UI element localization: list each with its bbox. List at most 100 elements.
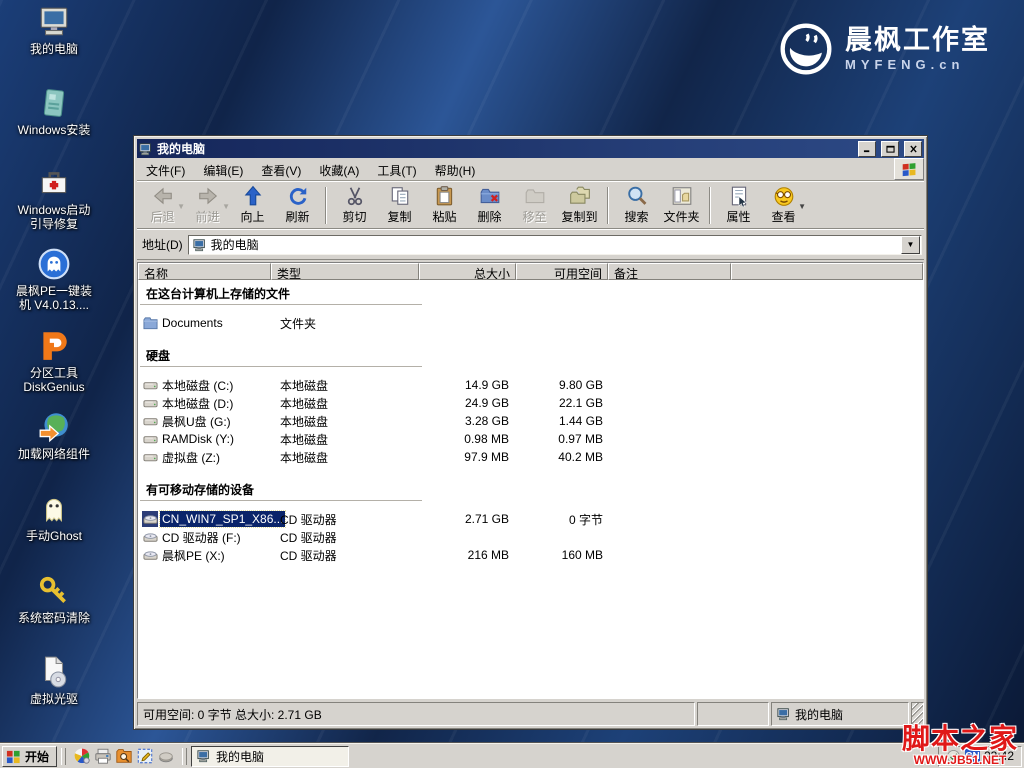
dropdown-arrow-icon: ▼ xyxy=(177,202,185,211)
address-dropdown-icon[interactable]: ▼ xyxy=(901,236,920,254)
desktop-icon-windows-setup[interactable]: Windows安装 xyxy=(2,86,106,137)
list-item[interactable]: 晨枫U盘 (G:)本地磁盘3.28 GB1.44 GB xyxy=(138,412,923,430)
toolbar-button-label: 属性 xyxy=(726,208,750,225)
copy-icon xyxy=(389,185,411,207)
my-computer-icon xyxy=(2,5,106,39)
paste-button[interactable]: 粘贴 xyxy=(422,185,467,226)
list-item[interactable]: Documents文件夹 xyxy=(138,314,923,332)
list-item[interactable]: 本地磁盘 (D:)本地磁盘24.9 GB22.1 GB xyxy=(138,394,923,412)
list-item[interactable]: 虚拟盘 (Z:)本地磁盘97.9 MB40.2 MB xyxy=(138,448,923,466)
desktop-icon-password-clear[interactable]: 系统密码清除 xyxy=(2,574,106,625)
virtual-cdrom-icon xyxy=(2,655,106,689)
desktop-icon-label: 手动Ghost xyxy=(2,529,106,543)
dropdown-arrow-icon: ▼ xyxy=(798,202,806,211)
cd-drive-icon xyxy=(142,511,158,527)
quicklaunch-handle[interactable] xyxy=(61,748,66,765)
minimize-button[interactable] xyxy=(858,141,876,157)
item-type: 本地磁盘 xyxy=(271,395,419,412)
maximize-button[interactable] xyxy=(881,141,899,157)
folders-button[interactable]: 文件夹 xyxy=(659,185,704,226)
column-headers: 名称类型总大小可用空间备注 xyxy=(138,263,923,280)
quicklaunch-stone-icon[interactable] xyxy=(157,747,175,765)
item-type: CD 驱动器 xyxy=(271,511,419,528)
item-name-cell: 本地磁盘 (D:) xyxy=(138,394,271,413)
item-type: CD 驱动器 xyxy=(271,529,419,546)
forward-button: 前进▼ xyxy=(185,185,230,226)
task-button-label: 我的电脑 xyxy=(216,748,264,765)
item-type: 文件夹 xyxy=(271,315,419,332)
quicklaunch-folder-search-icon[interactable] xyxy=(115,747,133,765)
close-button[interactable] xyxy=(904,141,922,157)
status-right-label: 我的电脑 xyxy=(795,706,843,723)
item-name-cell: 虚拟盘 (Z:) xyxy=(138,448,271,467)
list-item[interactable]: 晨枫PE (X:)CD 驱动器216 MB160 MB xyxy=(138,546,923,564)
window-computer-icon xyxy=(139,142,153,156)
menu-favorites[interactable]: 收藏(A) xyxy=(310,158,368,180)
address-combo[interactable]: 我的电脑 ▼ xyxy=(188,235,922,255)
toolbar-button-label: 移至 xyxy=(522,208,546,225)
up-button[interactable]: 向上 xyxy=(230,185,275,226)
status-middle xyxy=(697,702,769,726)
properties-button[interactable]: 属性 xyxy=(716,185,761,226)
views-button[interactable]: 查看▼ xyxy=(761,185,806,226)
file-group-2: 有可移动存储的设备CN_WIN7_SP1_X86...CD 驱动器2.71 GB… xyxy=(138,479,923,564)
copy-to-button[interactable]: 复制到 xyxy=(557,185,602,226)
toolbar-button-label: 文件夹 xyxy=(663,208,699,225)
windows-setup-icon xyxy=(2,86,106,120)
toolbar-button-label: 查看 xyxy=(771,208,795,225)
desktop-icon-load-network[interactable]: 加载网络组件 xyxy=(2,410,106,461)
titlebar[interactable]: 我的电脑 xyxy=(137,139,924,158)
toolbar-button-label: 后退 xyxy=(150,208,174,225)
item-total-size: 0.98 MB xyxy=(419,432,516,446)
item-name: 本地磁盘 (D:) xyxy=(160,394,235,413)
desktop-icon-manual-ghost[interactable]: 手动Ghost xyxy=(2,492,106,543)
taskband-handle[interactable] xyxy=(182,748,187,765)
quicklaunch-snapshot-icon[interactable] xyxy=(136,747,154,765)
delete-button[interactable]: 删除 xyxy=(467,185,512,226)
item-name: 本地磁盘 (C:) xyxy=(160,376,235,395)
address-bar: 地址(D) 我的电脑 ▼ xyxy=(137,229,924,260)
copy-button[interactable]: 复制 xyxy=(377,185,422,226)
menu-edit[interactable]: 编辑(E) xyxy=(194,158,252,180)
task-button-my-computer[interactable]: 我的电脑 xyxy=(191,746,349,767)
desktop-icon-chenfeng-pe-installer[interactable]: 晨枫PE一键装 机 V4.0.13.... xyxy=(2,247,106,313)
move-to-button: 移至 xyxy=(512,185,557,226)
column-header-type[interactable]: 类型 xyxy=(271,263,419,280)
item-name-cell: 晨枫PE (X:) xyxy=(138,546,271,565)
item-name: 晨枫U盘 (G:) xyxy=(160,412,233,431)
drive-icon xyxy=(142,413,158,429)
desktop-icon-label: 晨枫PE一键装 机 V4.0.13.... xyxy=(2,284,106,313)
start-button[interactable]: 开始 xyxy=(2,746,57,767)
quicklaunch-printer-icon[interactable] xyxy=(94,747,112,765)
column-header-comments[interactable]: 备注 xyxy=(608,263,731,280)
brand-subtitle: MYFENG.cn xyxy=(845,57,990,72)
cut-icon xyxy=(344,185,366,207)
quicklaunch-pinwheel-icon[interactable] xyxy=(73,747,91,765)
list-item[interactable]: CD 驱动器 (F:)CD 驱动器 xyxy=(138,528,923,546)
item-free-space: 40.2 MB xyxy=(516,450,608,464)
list-item[interactable]: CN_WIN7_SP1_X86...CD 驱动器2.71 GB0 字节 xyxy=(138,510,923,528)
refresh-button[interactable]: 刷新 xyxy=(275,185,320,226)
menu-help[interactable]: 帮助(H) xyxy=(426,158,485,180)
list-item[interactable]: RAMDisk (Y:)本地磁盘0.98 MB0.97 MB xyxy=(138,430,923,448)
desktop-icon-diskgenius[interactable]: 分区工具 DiskGenius xyxy=(2,329,106,395)
column-header-free-space[interactable]: 可用空间 xyxy=(516,263,608,280)
menu-tools[interactable]: 工具(T) xyxy=(368,158,425,180)
item-free-space: 22.1 GB xyxy=(516,396,608,410)
desktop-icon-virtual-cdrom[interactable]: 虚拟光驱 xyxy=(2,655,106,706)
item-free-space: 9.80 GB xyxy=(516,378,608,392)
search-button[interactable]: 搜索 xyxy=(614,185,659,226)
menu-view[interactable]: 查看(V) xyxy=(252,158,310,180)
my-computer-window: 我的电脑 文件(F)编辑(E)查看(V)收藏(A)工具(T)帮助(H) 后退▼前… xyxy=(133,135,928,730)
desktop-icon-windows-boot-repair[interactable]: Windows启动 引导修复 xyxy=(2,166,106,232)
file-group-1: 硬盘本地磁盘 (C:)本地磁盘14.9 GB9.80 GB本地磁盘 (D:)本地… xyxy=(138,345,923,466)
desktop-icon-my-computer[interactable]: 我的电脑 xyxy=(2,5,106,56)
menu-file[interactable]: 文件(F) xyxy=(137,158,194,180)
item-total-size: 216 MB xyxy=(419,548,516,562)
cut-button[interactable]: 剪切 xyxy=(332,185,377,226)
list-item[interactable]: 本地磁盘 (C:)本地磁盘14.9 GB9.80 GB xyxy=(138,376,923,394)
column-header-name[interactable]: 名称 xyxy=(138,263,271,280)
column-header-total-size[interactable]: 总大小 xyxy=(419,263,516,280)
item-name-cell: RAMDisk (Y:) xyxy=(138,431,271,447)
dropdown-arrow-icon: ▼ xyxy=(222,202,230,211)
